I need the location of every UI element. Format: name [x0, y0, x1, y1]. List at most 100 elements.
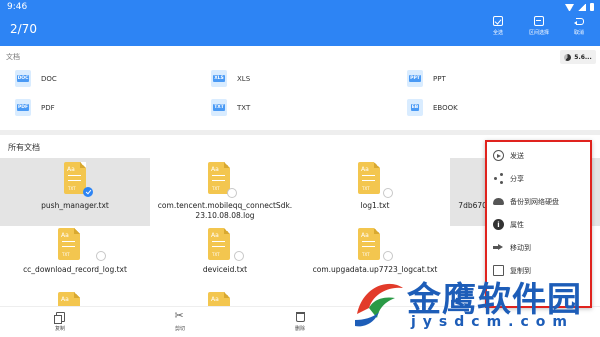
- wifi-icon: [565, 3, 574, 11]
- document-categories: 文档 5.6... DOC DOC XLS XLS PPT PPT PDF PD…: [0, 46, 600, 130]
- file-ext: TXT: [68, 186, 76, 191]
- copy-to-icon: [493, 265, 504, 276]
- file-ext: TXT: [362, 186, 370, 191]
- pdf-badge: PDF: [16, 104, 30, 111]
- file-item[interactable]: Aa TXT cc_download_record_log.txt: [0, 226, 150, 294]
- file-name: cc_download_record_log.txt: [23, 265, 127, 274]
- delete-icon: [295, 312, 305, 322]
- pdf-file-icon: PDF: [15, 99, 31, 116]
- range-select-button[interactable]: 区间选择: [521, 16, 557, 36]
- file-ext: TXT: [62, 252, 70, 257]
- storage-value: 5.6...: [574, 53, 592, 61]
- file-item[interactable]: Aa TXT push_manager.txt: [0, 158, 150, 226]
- app-bar: 9:46 2/70 全选 区间选择 取消: [0, 0, 600, 46]
- txt-file-icon: TXT: [211, 99, 227, 116]
- menu-item-send[interactable]: 发送: [487, 144, 590, 167]
- select-all-label: 全选: [492, 30, 503, 36]
- unselected-circle-icon[interactable]: [383, 251, 393, 261]
- file-item[interactable]: Aa TXT com.tencent.mobileqq_connectSdk. …: [150, 158, 300, 226]
- send-icon: [493, 150, 504, 161]
- file-ext: TXT: [212, 252, 220, 257]
- select-all-button[interactable]: 全选: [480, 16, 516, 36]
- category-ppt[interactable]: PPT PPT: [407, 70, 446, 87]
- file-name: push_manager.txt: [41, 201, 109, 210]
- info-icon: i: [493, 219, 504, 230]
- select-all-icon: [493, 16, 503, 26]
- range-select-label: 区间选择: [528, 30, 549, 36]
- txt-file-icon[interactable]: Aa: [58, 292, 80, 306]
- txt-file-icon[interactable]: Aa: [208, 292, 230, 306]
- category-xls[interactable]: XLS XLS: [211, 70, 250, 87]
- cancel-button[interactable]: 取消: [561, 16, 597, 36]
- battery-icon: [590, 3, 594, 11]
- ebook-file-icon: EB: [407, 99, 423, 116]
- category-label: PDF: [41, 103, 55, 112]
- menu-item-label: 分享: [510, 174, 524, 183]
- txt-file-icon: Aa TXT: [358, 162, 380, 194]
- cut-label: 剪切: [174, 326, 185, 332]
- txt-badge: TXT: [213, 104, 225, 111]
- context-menu: 发送 分享 备份到网络硬盘 i 属性 移动到 复制到: [485, 140, 592, 308]
- file-item[interactable]: Aa TXT deviceid.txt: [150, 226, 300, 294]
- range-select-icon: [534, 16, 544, 26]
- cloud-upload-icon: [493, 198, 504, 205]
- copy-label: 复制: [54, 326, 65, 332]
- txt-file-icon: Aa TXT: [358, 228, 380, 260]
- copy-button[interactable]: 复制: [40, 312, 80, 332]
- copy-icon: [53, 312, 65, 324]
- status-icons: [565, 3, 594, 11]
- unselected-circle-icon[interactable]: [234, 251, 244, 261]
- txt-file-icon: Aa TXT: [58, 228, 80, 260]
- menu-item-copy-to[interactable]: 复制到: [487, 259, 590, 282]
- menu-item-label: 备份到网络硬盘: [510, 197, 559, 206]
- txt-file-icon: Aa TXT: [208, 162, 230, 194]
- file-manager-screen: 9:46 2/70 全选 区间选择 取消 文档 5.6... DOC DOC X…: [0, 0, 600, 337]
- unselected-circle-icon[interactable]: [96, 251, 106, 261]
- category-doc[interactable]: DOC DOC: [15, 70, 57, 87]
- file-name: deviceid.txt: [202, 265, 248, 274]
- file-item[interactable]: Aa TXT com.upgadata.up7723_logcat.txt: [300, 226, 450, 294]
- xls-badge: XLS: [213, 75, 225, 82]
- cut-button[interactable]: 剪切: [160, 309, 200, 332]
- selected-check-icon[interactable]: [83, 187, 93, 197]
- signal-icon: [578, 3, 586, 11]
- bottom-action-bar: 复制 剪切 删除: [0, 306, 600, 337]
- delete-label: 删除: [294, 326, 305, 332]
- file-ext: TXT: [212, 186, 220, 191]
- menu-item-share[interactable]: 分享: [487, 167, 590, 190]
- category-pdf[interactable]: PDF PDF: [15, 99, 55, 116]
- doc-file-icon: DOC: [15, 70, 31, 87]
- txt-file-icon: Aa TXT: [208, 228, 230, 260]
- file-ext: TXT: [362, 252, 370, 257]
- file-name: com.tencent.mobileqq_connectSdk.: [157, 201, 293, 210]
- undo-icon: [574, 16, 584, 26]
- doc-badge: DOC: [16, 75, 30, 82]
- menu-item-backup[interactable]: 备份到网络硬盘: [487, 190, 590, 213]
- delete-button[interactable]: 删除: [280, 312, 320, 332]
- file-name-line2: 23.10.08.08.log: [195, 211, 255, 220]
- ppt-badge: PPT: [409, 75, 421, 82]
- menu-item-move-to[interactable]: 移动到: [487, 236, 590, 259]
- menu-item-label: 属性: [510, 220, 524, 229]
- storage-chip[interactable]: 5.6...: [560, 50, 596, 64]
- unselected-circle-icon[interactable]: [227, 188, 237, 198]
- section-label-all-docs: 所有文档: [8, 143, 40, 152]
- section-label-docs: 文档: [6, 53, 20, 61]
- share-icon: [493, 173, 504, 184]
- move-icon: [493, 242, 504, 253]
- unselected-circle-icon[interactable]: [383, 188, 393, 198]
- category-label: DOC: [41, 74, 57, 83]
- ebook-badge: EB: [410, 104, 420, 111]
- section-divider: [0, 130, 600, 135]
- file-item[interactable]: Aa TXT log1.txt: [300, 158, 450, 226]
- cancel-label: 取消: [573, 30, 584, 36]
- category-label: EBOOK: [433, 103, 458, 112]
- file-name: com.upgadata.up7723_logcat.txt: [312, 265, 438, 274]
- ppt-file-icon: PPT: [407, 70, 423, 87]
- category-txt[interactable]: TXT TXT: [211, 99, 250, 116]
- category-label: TXT: [237, 103, 251, 112]
- menu-item-properties[interactable]: i 属性: [487, 213, 590, 236]
- menu-item-label: 复制到: [510, 266, 531, 275]
- category-ebook[interactable]: EB EBOOK: [407, 99, 458, 116]
- xls-file-icon: XLS: [211, 70, 227, 87]
